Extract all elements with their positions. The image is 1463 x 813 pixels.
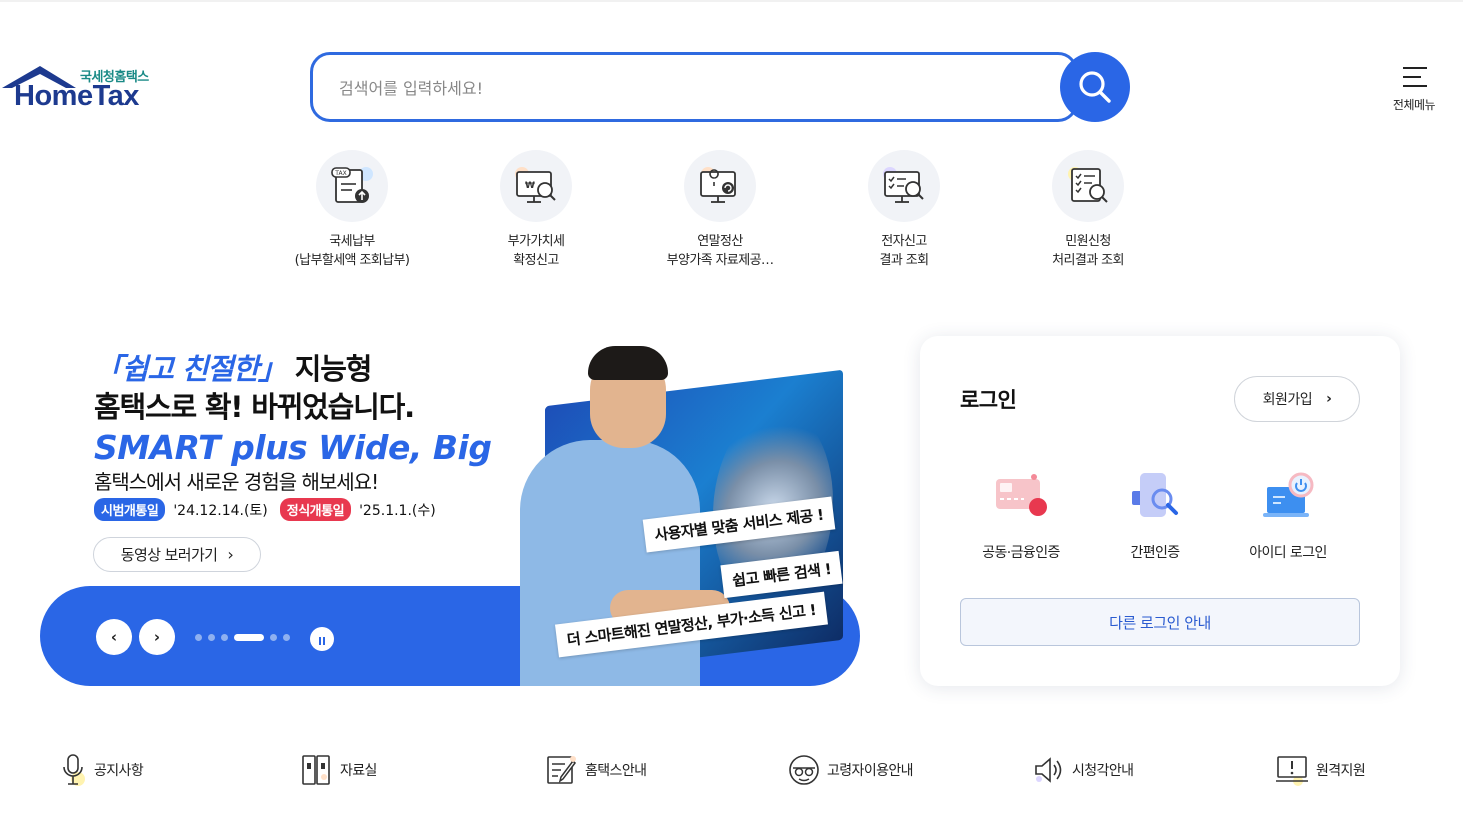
- login-card: 로그인 회원가입 › 공동·금융인증 간편인증 아이디 로그인 다른 로그인 안…: [920, 336, 1400, 686]
- quick-menu-label: 민원신청 처리결과 조회: [1052, 234, 1124, 268]
- search-button[interactable]: [1060, 52, 1130, 122]
- login-option-label: 아이디 로그인: [1249, 545, 1327, 561]
- senior-icon: [789, 755, 819, 785]
- login-option-label: 공동·금융인증: [982, 545, 1060, 561]
- banner-pagination: [195, 634, 296, 641]
- vat-report-icon: ₩: [500, 150, 572, 222]
- quick-menu-vat-report[interactable]: ₩ 부가가치세 확정신고: [456, 150, 616, 270]
- login-option-simple-auth[interactable]: 간편인증: [1095, 462, 1215, 562]
- id-login-icon: [1253, 462, 1323, 532]
- banner-next-button[interactable]: ›: [139, 619, 175, 655]
- official-date: '25.1.1.(수): [359, 502, 436, 519]
- chevron-right-icon: ›: [153, 628, 161, 646]
- headline-line2: 홈택스로 확! 바뀌었습니다.: [94, 390, 415, 424]
- video-button-label: 동영상 보러가기: [120, 546, 218, 564]
- search-icon: [1079, 71, 1111, 103]
- archive-icon: [302, 755, 330, 785]
- banner-prev-button[interactable]: ‹: [96, 619, 132, 655]
- all-menu-button[interactable]: 전체메뉴: [1382, 62, 1446, 114]
- quick-menu-label: 연말정산 부양가족 자료제공…: [666, 234, 774, 268]
- banner-headline: 「쉽고 친절한」 지능형 홈택스로 확! 바뀌었습니다.: [94, 350, 415, 426]
- hamburger-icon: [1403, 67, 1427, 87]
- banner-person-hair: [588, 346, 668, 380]
- all-menu-label: 전체메뉴: [1392, 98, 1436, 112]
- bottom-link-archive[interactable]: 자료실: [300, 750, 377, 790]
- other-login-button[interactable]: 다른 로그인 안내: [960, 598, 1360, 646]
- headline-smart: SMART plus Wide, Big: [94, 428, 492, 467]
- year-end-settlement-icon: [684, 150, 756, 222]
- bottom-link-guide[interactable]: 홈택스안내: [545, 750, 647, 790]
- pagination-dot[interactable]: [283, 634, 290, 641]
- tax-payment-icon: TAX: [316, 150, 388, 222]
- bottom-link-label: 원격지원: [1316, 763, 1366, 779]
- pagination-dot[interactable]: [208, 634, 215, 641]
- bottom-link-label: 공지사항: [94, 763, 144, 779]
- official-label-badge: 정식개통일: [279, 498, 352, 521]
- certificate-icon: [986, 462, 1056, 532]
- microphone-icon: [63, 754, 85, 786]
- video-button[interactable]: 동영상 보러가기 ›: [93, 537, 261, 572]
- search-box: [310, 52, 1078, 122]
- headline-quote: 「쉽고 친절한」: [94, 352, 287, 386]
- bottom-link-remote-support[interactable]: 원격지원: [1274, 750, 1366, 790]
- top-border: [0, 0, 1463, 2]
- chevron-left-icon: ‹: [110, 628, 118, 646]
- banner-pause-button[interactable]: [310, 627, 334, 651]
- quick-menu-year-end-settlement[interactable]: 연말정산 부양가족 자료제공…: [640, 150, 800, 270]
- speaker-icon: [1035, 757, 1062, 783]
- login-option-id-login[interactable]: 아이디 로그인: [1228, 462, 1348, 562]
- chevron-right-icon: ›: [1326, 391, 1332, 407]
- quick-menu-label: 전자신고 결과 조회: [879, 234, 930, 268]
- quick-menu-label: 국세납부 (납부할세액 조회납부): [294, 234, 410, 268]
- join-button[interactable]: 회원가입 ›: [1234, 376, 1360, 422]
- bottom-link-label: 홈택스안내: [585, 763, 647, 779]
- bottom-link-audiovisual[interactable]: 시청각안내: [1032, 750, 1134, 790]
- hometax-logo[interactable]: 국세청홈택스 HomeTax: [0, 60, 165, 116]
- bottom-link-label: 시청각안내: [1072, 763, 1134, 779]
- pause-icon: [318, 630, 326, 649]
- quick-menu-tax-payment[interactable]: TAX 국세납부 (납부할세액 조회납부): [272, 150, 432, 270]
- civil-request-result-icon: [1052, 150, 1124, 222]
- pagination-dot[interactable]: [270, 634, 277, 641]
- simple-auth-icon: [1120, 462, 1190, 532]
- svg-text:TAX: TAX: [334, 170, 346, 177]
- bottom-link-label: 자료실: [340, 763, 377, 779]
- banner-subtext: 홈택스에서 새로운 경험을 해보세요!: [94, 470, 379, 494]
- pagination-dot[interactable]: [195, 634, 202, 641]
- guide-icon: [547, 756, 576, 784]
- login-option-certificate[interactable]: 공동·금융인증: [961, 462, 1081, 562]
- quick-menu-civil-request-result[interactable]: 민원신청 처리결과 조회: [1008, 150, 1168, 270]
- logo-title: HomeTax: [14, 80, 139, 112]
- pagination-dot-active[interactable]: [234, 634, 264, 641]
- search-input[interactable]: [339, 75, 1039, 101]
- bottom-link-label: 고령자이용안내: [827, 763, 914, 779]
- pilot-date: '24.12.14.(토): [173, 502, 268, 519]
- login-title: 로그인: [960, 388, 1017, 412]
- pagination-dot[interactable]: [221, 634, 228, 641]
- launch-dates: 시범개통일 '24.12.14.(토) 정식개통일 '25.1.1.(수): [94, 498, 448, 521]
- e-filing-result-icon: [868, 150, 940, 222]
- join-button-label: 회원가입: [1262, 392, 1313, 408]
- svg-text:₩: ₩: [525, 181, 535, 191]
- bottom-link-notice[interactable]: 공지사항: [58, 750, 144, 790]
- headline-rest: 지능형: [285, 352, 373, 386]
- bottom-link-senior[interactable]: 고령자이용안내: [787, 750, 914, 790]
- login-option-label: 간편인증: [1130, 545, 1180, 561]
- pilot-label-badge: 시범개통일: [94, 498, 166, 521]
- remote-support-icon: [1276, 756, 1308, 786]
- quick-menu-e-filing-result[interactable]: 전자신고 결과 조회: [824, 150, 984, 270]
- quick-menu-label: 부가가치세 확정신고: [507, 234, 565, 268]
- chevron-right-icon: ›: [227, 545, 234, 564]
